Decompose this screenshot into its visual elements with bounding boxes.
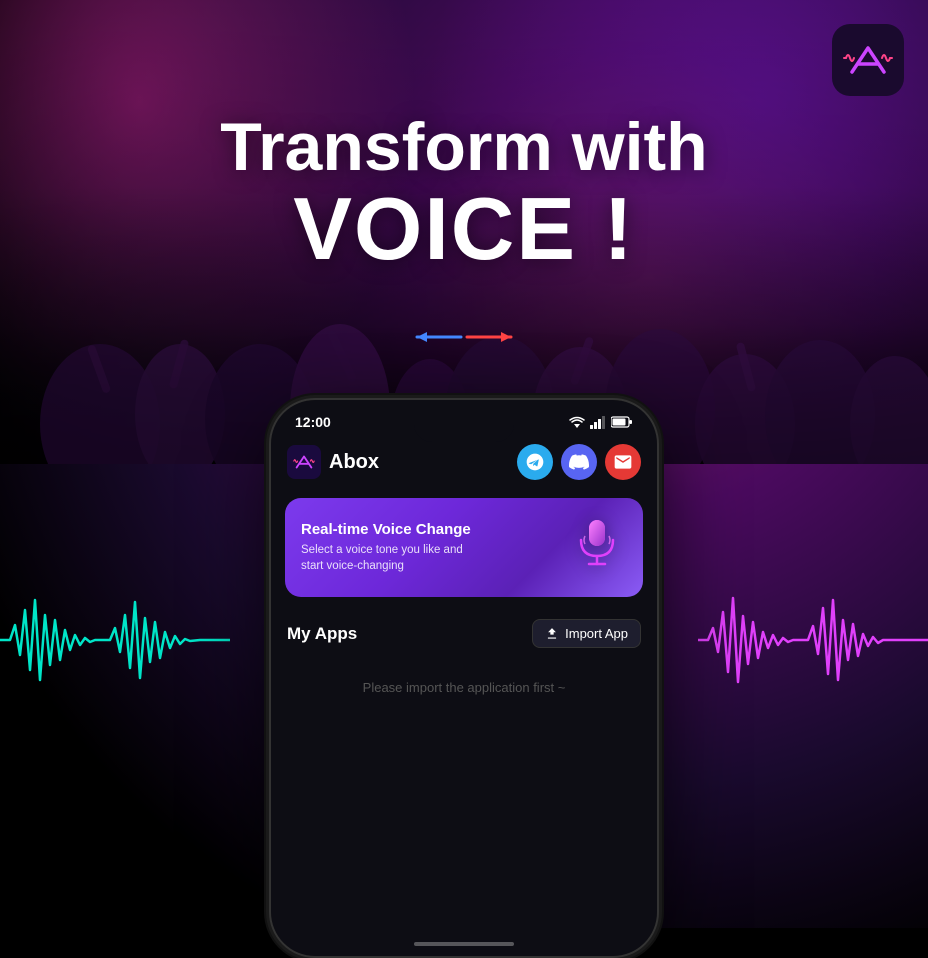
my-apps-title: My Apps: [287, 624, 357, 644]
import-placeholder-text: Please import the application first ~: [287, 660, 641, 715]
power-button: [657, 540, 659, 595]
social-icons[interactable]: [517, 444, 641, 480]
status-icons: [569, 415, 633, 429]
waveform-left: [0, 580, 230, 700]
app-header-logo: [287, 445, 321, 479]
telegram-button[interactable]: [517, 444, 553, 480]
voice-card-title: Real-time Voice Change: [301, 521, 471, 538]
email-button[interactable]: [605, 444, 641, 480]
my-apps-header: My Apps Import App: [287, 619, 641, 648]
app-header: Abox: [271, 436, 657, 490]
signal-icon: [590, 415, 606, 429]
headline-line1: Transform with: [0, 110, 928, 185]
wifi-icon: [569, 415, 585, 429]
download-icon: [545, 627, 559, 641]
my-apps-section: My Apps Import App Please import the app…: [271, 605, 657, 723]
phone-mockup: 12:00: [269, 398, 659, 958]
import-app-label: Import App: [565, 626, 628, 641]
battery-icon: [611, 416, 633, 428]
voice-card-text: Real-time Voice Change Select a voice to…: [301, 521, 471, 574]
import-app-button[interactable]: Import App: [532, 619, 641, 648]
voice-card-description: Select a voice tone you like and start v…: [301, 542, 471, 574]
app-header-left: Abox: [287, 445, 379, 479]
camera-notch: [414, 414, 514, 442]
home-indicator: [414, 942, 514, 946]
microphone-icon: [567, 512, 627, 583]
discord-button[interactable]: [561, 444, 597, 480]
headline-line2: VOICE !: [0, 185, 928, 273]
app-logo-icon[interactable]: [832, 24, 904, 96]
waveform-right: [698, 580, 928, 700]
status-time: 12:00: [295, 414, 331, 430]
phone-body: 12:00: [269, 398, 659, 958]
app-header-title: Abox: [329, 451, 379, 474]
phone-screen: 12:00: [271, 400, 657, 956]
headline-container: Transform with VOICE !: [0, 110, 928, 273]
voice-change-card[interactable]: Real-time Voice Change Select a voice to…: [285, 498, 643, 597]
direction-arrow: [409, 325, 519, 349]
